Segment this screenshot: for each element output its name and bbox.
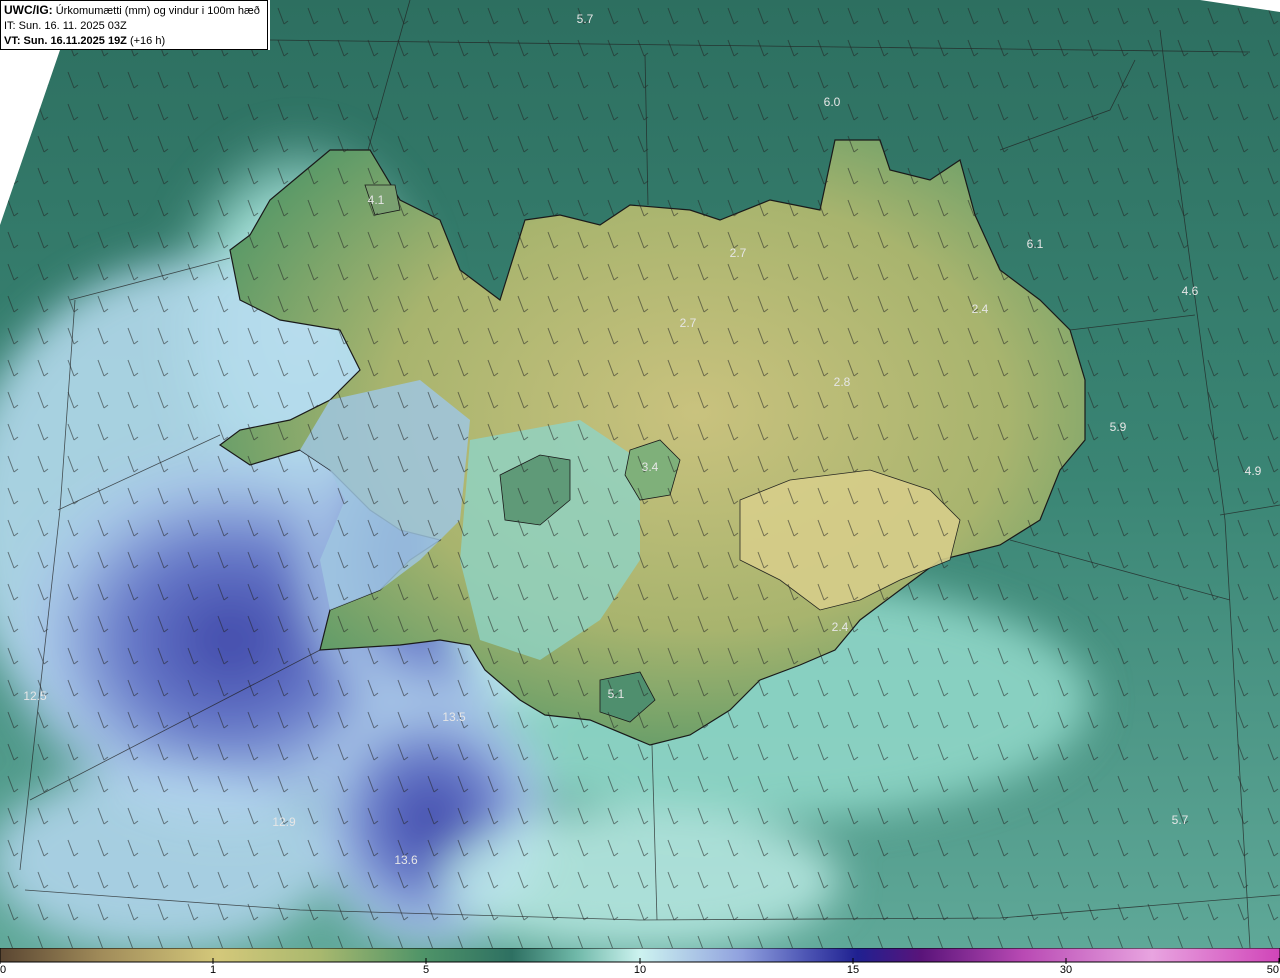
map-value-label: 5.9: [1110, 420, 1127, 434]
map-value-label: 12.5: [23, 689, 47, 703]
map-value-label: 4.6: [1182, 284, 1199, 298]
model-name: UWC/IG:: [4, 3, 53, 17]
valid-time: VT: Sun. 16.11.2025 19Z: [4, 35, 127, 47]
map-value-label: 4.9: [1245, 464, 1262, 478]
map-value-label: 5.1: [608, 687, 625, 701]
map-value-label: 5.7: [1172, 813, 1189, 827]
map-value-label: 2.4: [832, 620, 849, 634]
colorbar-gradient: [0, 948, 1280, 964]
field-description: Úrkomumætti (mm) og vindur i 100m hæð: [55, 5, 260, 17]
colorbar-tick-label: 0: [0, 964, 7, 976]
header-info-box: UWC/IG: Úrkomumætti (mm) og vindur i 100…: [0, 0, 268, 50]
init-time: IT: Sun. 16. 11. 2025 03Z: [4, 20, 127, 32]
map-value-label: 2.7: [680, 316, 697, 330]
map-value-label: 2.4: [972, 302, 989, 316]
wind-barbs: [0, 0, 1280, 948]
forecast-offset: (+16 h): [129, 35, 166, 47]
map-value-label: 5.7: [577, 12, 594, 26]
map-value-label: 3.4: [642, 460, 659, 474]
map-value-label: 6.1: [1027, 237, 1044, 251]
colorbar-tick-label: 30: [1059, 964, 1073, 976]
colorbar-tick-label: 1: [209, 964, 217, 976]
colorbar-tick-label: 10: [633, 964, 647, 976]
precipitation-map[interactable]: 5.7 6.0 4.1 6.1 2.7 4.6 2.4 2.7 2.8 5.9 3.4 4.9 2.4 5…: [0, 0, 1280, 948]
map-value-label: 4.1: [368, 193, 385, 207]
colorbar-tick-label: 15: [846, 964, 860, 976]
map-value-label: 13.5: [442, 710, 466, 724]
map-value-label: 12.9: [272, 815, 296, 829]
map-value-label: 2.8: [834, 375, 851, 389]
map-value-label: 6.0: [824, 95, 841, 109]
colorbar-tick-label: 5: [422, 964, 430, 976]
map-value-label: 13.6: [394, 853, 418, 867]
map-value-label: 2.7: [730, 246, 747, 260]
colorbar-tick-label: 50: [1266, 964, 1279, 976]
